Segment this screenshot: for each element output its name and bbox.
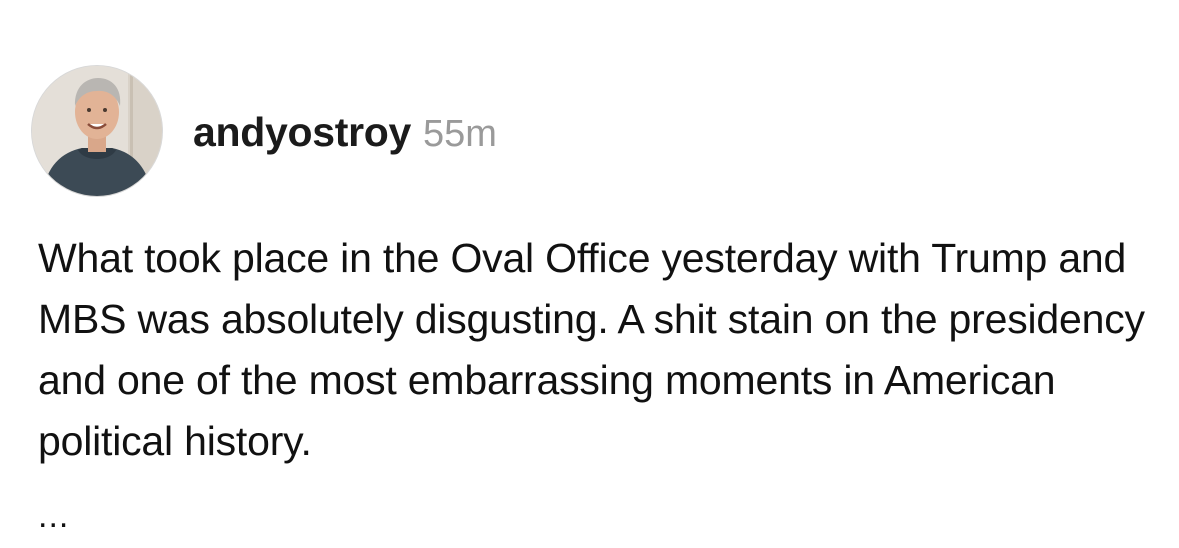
post: andyostroy 55m What took place in the Ova… <box>0 0 1179 548</box>
avatar[interactable] <box>32 66 162 196</box>
post-timestamp: 55m <box>423 113 497 155</box>
post-text: What took place in the Oval Office yeste… <box>38 235 1145 464</box>
more-options-button[interactable]: ... <box>38 496 69 536</box>
username-link[interactable]: andyostroy <box>193 109 411 155</box>
profile-photo-icon <box>32 66 162 196</box>
post-header: andyostroy 55m <box>193 108 497 166</box>
